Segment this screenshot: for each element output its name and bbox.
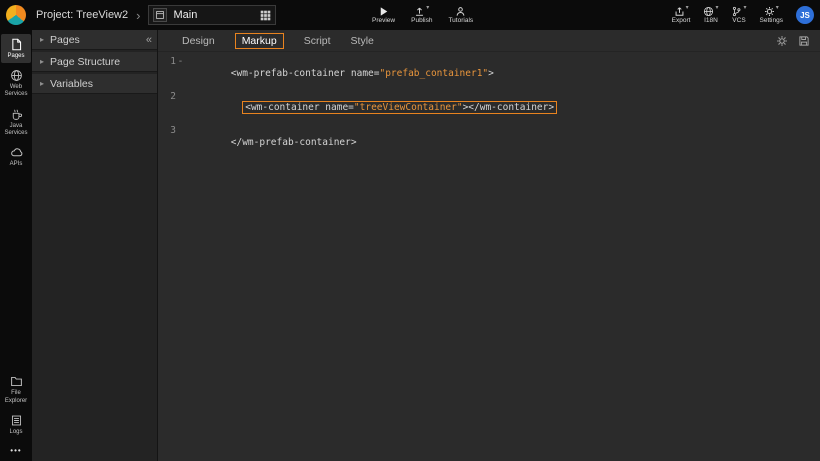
tab-design[interactable]: Design xyxy=(182,35,215,47)
editor-toolbar-icons xyxy=(776,30,810,52)
preview-label: Preview xyxy=(372,18,395,25)
sidebar-section-variables[interactable]: ▸ Variables xyxy=(32,74,157,94)
code-line-2: 2 <wm-container name="treeViewContainer"… xyxy=(158,91,820,126)
sidebar-section-pages[interactable]: ▸ Pages « xyxy=(32,30,157,50)
caret-down-icon: ▾ xyxy=(776,5,779,11)
rail-item-apis[interactable]: APIs xyxy=(1,142,31,171)
rail-item-web-services[interactable]: Web Services xyxy=(1,65,31,101)
rail-item-java-services[interactable]: Java Services xyxy=(1,104,31,140)
export-label: Export xyxy=(672,18,691,25)
page-selector[interactable]: Main xyxy=(148,5,276,25)
i18n-label: I18N xyxy=(704,18,718,25)
save-icon[interactable] xyxy=(798,35,810,47)
chevron-right-icon: › xyxy=(136,8,140,23)
rail-label: File Explorer xyxy=(2,390,30,404)
caret-right-icon: ▸ xyxy=(40,35,44,44)
person-icon xyxy=(455,6,466,17)
rail-label: APIs xyxy=(10,161,23,168)
sidebar-panel: ▸ Pages « ▸ Page Structure ▸ Variables xyxy=(32,30,158,461)
topbar-right-actions: ▾ Export ▾ I18N ▾ VCS xyxy=(672,0,814,30)
rail-label: Web Services xyxy=(2,84,30,98)
line-number[interactable]: 2 xyxy=(158,91,176,103)
caret-down-icon: ▾ xyxy=(426,5,429,11)
globe-icon xyxy=(10,69,23,82)
tab-markup[interactable]: Markup xyxy=(235,33,284,49)
left-icon-rail: Pages Web Services Java Services APIs Fi… xyxy=(0,30,32,461)
caret-right-icon: ▸ xyxy=(40,57,44,66)
section-label: Variables xyxy=(50,78,93,90)
export-icon xyxy=(674,6,685,17)
gear-icon[interactable] xyxy=(776,35,788,47)
section-label: Page Structure xyxy=(50,56,120,68)
settings-button[interactable]: ▾ Settings xyxy=(760,6,784,25)
collapse-panel-icon[interactable]: « xyxy=(146,34,152,46)
rail-item-file-explorer[interactable]: File Explorer xyxy=(1,371,31,407)
section-label: Pages xyxy=(50,34,80,46)
folder-icon xyxy=(10,375,23,388)
cloud-api-icon xyxy=(10,146,23,159)
tutorials-button[interactable]: Tutorials xyxy=(448,6,473,25)
page-name: Main xyxy=(173,9,197,21)
publish-label: Publish xyxy=(411,18,432,25)
globe-icon xyxy=(703,6,714,17)
grid-icon[interactable] xyxy=(260,10,271,21)
gear-icon xyxy=(764,6,775,17)
sidebar-section-page-structure[interactable]: ▸ Page Structure xyxy=(32,52,157,72)
topbar-center-actions: Preview ▾ Publish Tutorials xyxy=(372,0,473,30)
caret-down-icon: ▾ xyxy=(715,5,718,11)
play-icon xyxy=(378,6,389,17)
export-button[interactable]: ▾ Export xyxy=(672,6,691,25)
topbar: Project: TreeView2 › Main Preview ▾ Publ… xyxy=(0,0,820,30)
upload-icon xyxy=(414,6,425,17)
caret-right-icon: ▸ xyxy=(40,79,44,88)
fold-marker[interactable]: - xyxy=(176,56,185,68)
caret-down-icon: ▾ xyxy=(743,5,746,11)
editor-tabbar: Design Markup Script Style xyxy=(158,30,820,52)
caret-down-icon: ▾ xyxy=(686,5,689,11)
rail-label: Java Services xyxy=(2,123,30,137)
settings-label: Settings xyxy=(760,18,784,25)
branch-icon xyxy=(731,6,742,17)
vcs-button[interactable]: ▾ VCS xyxy=(731,6,746,25)
tab-script[interactable]: Script xyxy=(304,35,331,47)
app-logo-icon[interactable] xyxy=(6,5,26,25)
code-line-3: 3 </wm-prefab-container> xyxy=(158,125,820,160)
coffee-cup-icon xyxy=(10,108,23,121)
rail-label: Pages xyxy=(7,53,24,60)
logs-icon xyxy=(10,414,23,427)
project-label: Project: TreeView2 xyxy=(36,9,128,21)
publish-button[interactable]: ▾ Publish xyxy=(411,6,432,25)
rail-label: Logs xyxy=(9,429,22,436)
main-area: Design Markup Script Style 1 - <wm-prefa… xyxy=(158,30,820,461)
rail-item-pages[interactable]: Pages xyxy=(1,34,31,63)
user-avatar[interactable]: JS xyxy=(796,6,814,24)
tab-style[interactable]: Style xyxy=(351,35,374,47)
preview-button[interactable]: Preview xyxy=(372,6,395,25)
line-number[interactable]: 3 xyxy=(158,125,176,137)
highlight-annotation-box: <wm-container name="treeViewContainer"><… xyxy=(242,101,557,114)
i18n-button[interactable]: ▾ I18N xyxy=(703,6,718,25)
code-editor[interactable]: 1 - <wm-prefab-container name="prefab_co… xyxy=(158,52,820,461)
code-line-1: 1 - <wm-prefab-container name="prefab_co… xyxy=(158,56,820,91)
tutorials-label: Tutorials xyxy=(448,18,473,25)
pages-icon xyxy=(10,38,23,51)
line-number[interactable]: 1 xyxy=(158,56,176,68)
more-options-icon[interactable]: ••• xyxy=(10,441,21,461)
vcs-label: VCS xyxy=(732,18,745,25)
rail-item-logs[interactable]: Logs xyxy=(1,410,31,439)
page-icon xyxy=(153,8,167,22)
